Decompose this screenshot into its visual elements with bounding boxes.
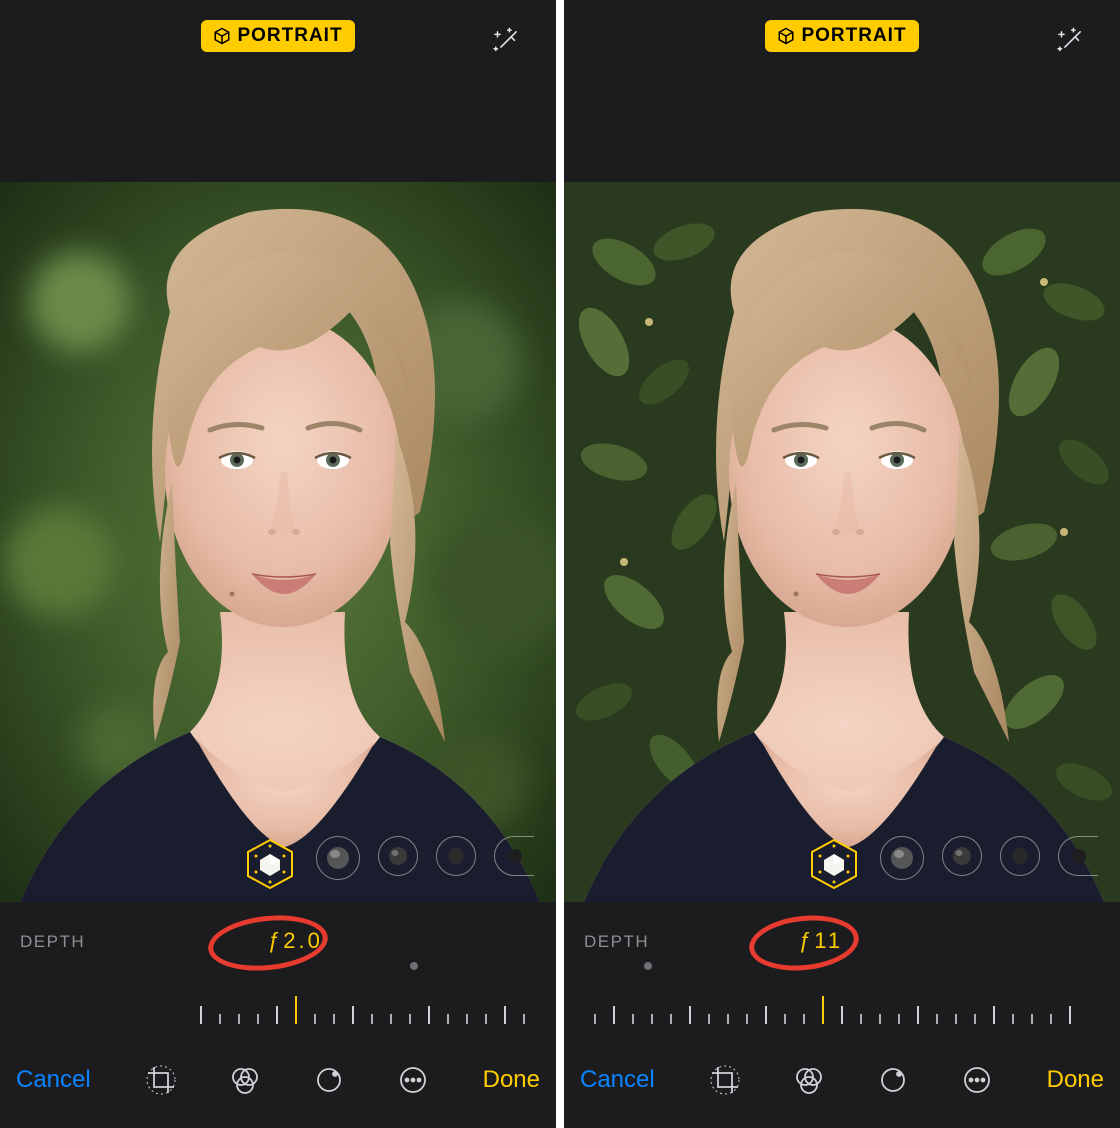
default-marker-dot	[644, 962, 652, 970]
crop-tool-button[interactable]	[705, 1060, 745, 1100]
lighting-studio[interactable]	[316, 836, 360, 880]
crop-icon	[709, 1064, 741, 1096]
portrait-mode-badge[interactable]: PORTRAIT	[201, 20, 354, 52]
editor-panel-right: PORTRAIT	[564, 0, 1120, 1128]
filters-tool-button[interactable]	[225, 1060, 265, 1100]
aperture-value: ƒ11	[799, 928, 843, 954]
lighting-effects-row	[564, 836, 1120, 892]
hexagon-icon	[242, 836, 298, 892]
photo-preview[interactable]	[0, 182, 556, 902]
sphere-icon	[446, 846, 466, 866]
top-bar: PORTRAIT	[564, 0, 1120, 182]
more-tool-button[interactable]	[393, 1060, 433, 1100]
sphere-icon	[1010, 846, 1030, 866]
auto-enhance-button[interactable]	[486, 22, 526, 62]
sphere-icon	[325, 845, 351, 871]
lighting-contour[interactable]	[942, 836, 982, 876]
crop-icon	[145, 1064, 177, 1096]
sphere-icon	[1070, 847, 1088, 865]
aperture-value: ƒ2.0	[268, 928, 323, 954]
depth-slider[interactable]	[564, 994, 1120, 1024]
slider-thumb[interactable]	[295, 996, 297, 1024]
panel-divider	[556, 0, 564, 1128]
lighting-stage-mono[interactable]	[494, 836, 534, 876]
depth-control-section: DEPTH ƒ11	[564, 902, 1120, 1042]
lighting-stage[interactable]	[1000, 836, 1040, 876]
lighting-studio[interactable]	[880, 836, 924, 880]
cancel-button[interactable]: Cancel	[16, 1066, 91, 1094]
lighting-stage[interactable]	[436, 836, 476, 876]
bottom-action-bar: Cancel	[564, 1042, 1120, 1128]
sphere-icon	[951, 845, 973, 867]
default-marker-dot	[410, 962, 418, 970]
bottom-action-bar: Cancel	[0, 1042, 556, 1128]
cancel-button[interactable]: Cancel	[580, 1066, 655, 1094]
more-icon	[961, 1064, 993, 1096]
portrait-badge-label: PORTRAIT	[237, 25, 342, 47]
done-button[interactable]: Done	[483, 1066, 540, 1094]
lighting-effects-row	[0, 836, 556, 892]
lighting-contour[interactable]	[378, 836, 418, 876]
depth-label: DEPTH	[20, 932, 85, 952]
photo-preview[interactable]	[564, 182, 1120, 902]
filters-icon	[793, 1064, 825, 1096]
auto-enhance-button[interactable]	[1050, 22, 1090, 62]
slider-thumb[interactable]	[822, 996, 824, 1024]
depth-slider[interactable]	[0, 994, 556, 1024]
sphere-icon	[889, 845, 915, 871]
more-tool-button[interactable]	[957, 1060, 997, 1100]
more-icon	[397, 1064, 429, 1096]
adjust-tool-button[interactable]	[873, 1060, 913, 1100]
filters-icon	[229, 1064, 261, 1096]
lighting-natural-selected[interactable]	[242, 836, 298, 892]
hexagon-icon	[806, 836, 862, 892]
crop-tool-button[interactable]	[141, 1060, 181, 1100]
editor-panel-left: PORTRAIT	[0, 0, 556, 1128]
done-button[interactable]: Done	[1047, 1066, 1104, 1094]
portrait-mode-badge[interactable]: PORTRAIT	[765, 20, 918, 52]
cube-icon	[777, 27, 795, 45]
lighting-natural-selected[interactable]	[806, 836, 862, 892]
wand-icon	[489, 25, 523, 59]
portrait-badge-label: PORTRAIT	[801, 25, 906, 47]
sphere-icon	[506, 847, 524, 865]
lighting-stage-mono[interactable]	[1058, 836, 1098, 876]
top-bar: PORTRAIT	[0, 0, 556, 182]
sphere-icon	[387, 845, 409, 867]
depth-label: DEPTH	[584, 932, 649, 952]
adjust-icon	[313, 1064, 345, 1096]
depth-control-section: DEPTH ƒ2.0	[0, 902, 556, 1042]
cube-icon	[213, 27, 231, 45]
wand-icon	[1053, 25, 1087, 59]
filters-tool-button[interactable]	[789, 1060, 829, 1100]
adjust-icon	[877, 1064, 909, 1096]
adjust-tool-button[interactable]	[309, 1060, 349, 1100]
